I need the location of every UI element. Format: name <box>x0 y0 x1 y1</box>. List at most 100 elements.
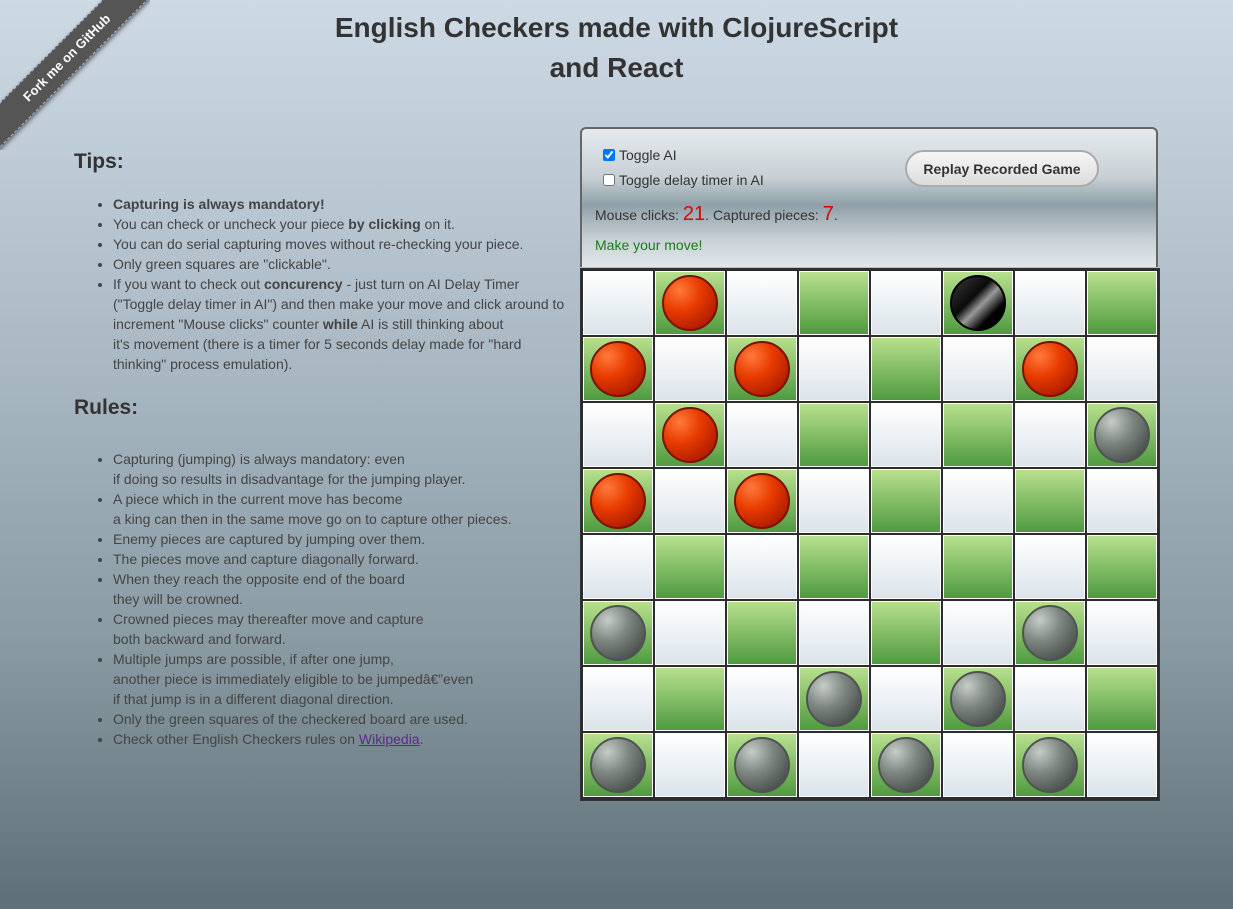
tips-item: Capturing is always mandatory! <box>113 194 594 214</box>
board-square-dark[interactable] <box>655 667 725 731</box>
rules-heading: Rules: <box>74 396 139 419</box>
board-square-light <box>1087 733 1157 797</box>
toggle-ai-row[interactable]: Toggle AI <box>603 147 677 163</box>
tips-text-segment: If you want to check out <box>113 276 264 292</box>
board-square-dark[interactable] <box>799 271 869 335</box>
board-square-dark[interactable] <box>1087 667 1157 731</box>
tips-text-segment: while <box>322 316 358 332</box>
board-square-light <box>583 535 653 599</box>
tips-text-segment: concurency <box>263 276 343 292</box>
board-square-dark[interactable] <box>583 337 653 401</box>
tips-text-segment: by clicking <box>348 216 421 232</box>
board-square-light <box>655 733 725 797</box>
board-square-dark[interactable] <box>799 535 869 599</box>
tips-text-segment: Only green squares are "clickable". <box>113 256 331 272</box>
board-square-dark[interactable] <box>1087 535 1157 599</box>
gray-piece[interactable] <box>950 671 1006 727</box>
board-square-dark[interactable] <box>943 271 1013 335</box>
captured-label: . Captured pieces: <box>705 207 823 223</box>
info-column: Tips: Capturing is always mandatory! You … <box>74 150 594 749</box>
red-piece[interactable] <box>590 473 646 529</box>
board-square-dark[interactable] <box>655 535 725 599</box>
page-title: English Checkers made with ClojureScript… <box>0 8 1233 88</box>
gray-piece[interactable] <box>734 737 790 793</box>
tips-text-segment: You can check or uncheck your piece <box>113 216 349 232</box>
board-square-light <box>943 601 1013 665</box>
board-square-light <box>1015 403 1085 467</box>
board-square-light <box>943 469 1013 533</box>
red-piece[interactable] <box>1022 341 1078 397</box>
gray-piece[interactable] <box>590 737 646 793</box>
gray-piece[interactable] <box>806 671 862 727</box>
board-square-dark[interactable] <box>727 337 797 401</box>
board-square-light <box>583 271 653 335</box>
checkers-board <box>580 268 1160 801</box>
board-square-light <box>727 535 797 599</box>
black-piece[interactable] <box>950 275 1006 331</box>
board-square-light <box>799 469 869 533</box>
board-square-dark[interactable] <box>871 469 941 533</box>
board-square-light <box>583 403 653 467</box>
mouse-clicks-label: Mouse clicks: <box>595 207 683 223</box>
tips-text-segment: on it. <box>420 216 455 232</box>
tips-item: If you want to check out concurency - ju… <box>113 274 594 374</box>
replay-recorded-game-button[interactable]: Replay Recorded Game <box>905 150 1099 187</box>
board-square-light <box>871 403 941 467</box>
wikipedia-link[interactable]: Wikipedia <box>359 731 420 747</box>
board-square-dark[interactable] <box>583 469 653 533</box>
board-square-dark[interactable] <box>655 403 725 467</box>
gray-piece[interactable] <box>1094 407 1150 463</box>
board-square-dark[interactable] <box>943 667 1013 731</box>
board-square-dark[interactable] <box>871 733 941 797</box>
toggle-delay-row[interactable]: Toggle delay timer in AI <box>603 172 764 188</box>
rules-item: The pieces move and capture diagonally f… <box>113 549 594 569</box>
board-square-dark[interactable] <box>727 733 797 797</box>
gray-piece[interactable] <box>590 605 646 661</box>
gray-piece[interactable] <box>878 737 934 793</box>
board-square-dark[interactable] <box>943 535 1013 599</box>
board-square-dark[interactable] <box>799 667 869 731</box>
board-square-dark[interactable] <box>727 601 797 665</box>
board-square-dark[interactable] <box>1015 337 1085 401</box>
board-square-dark[interactable] <box>655 271 725 335</box>
board-square-light <box>943 337 1013 401</box>
board-square-dark[interactable] <box>583 601 653 665</box>
red-piece[interactable] <box>662 407 718 463</box>
toggle-delay-checkbox[interactable] <box>603 174 615 186</box>
gray-piece[interactable] <box>1022 605 1078 661</box>
gray-piece[interactable] <box>1022 737 1078 793</box>
board-square-dark[interactable] <box>1087 403 1157 467</box>
board-square-dark[interactable] <box>943 403 1013 467</box>
stats-line: Mouse clicks: 21. Captured pieces: 7. <box>595 203 838 226</box>
board-square-light <box>871 535 941 599</box>
board-square-light <box>1087 601 1157 665</box>
mouse-clicks-count: 21 <box>682 203 706 225</box>
red-piece[interactable] <box>662 275 718 331</box>
toggle-delay-label: Toggle delay timer in AI <box>619 172 764 188</box>
rules-list: Capturing (jumping) is always mandatory:… <box>74 449 594 749</box>
board-square-dark[interactable] <box>1015 733 1085 797</box>
wiki-prefix: Check other English Checkers rules on <box>113 731 359 747</box>
board-square-dark[interactable] <box>871 337 941 401</box>
board-square-dark[interactable] <box>583 733 653 797</box>
tips-text-segment: You can do serial capturing moves withou… <box>113 236 524 252</box>
red-piece[interactable] <box>734 473 790 529</box>
captured-count: 7 <box>822 203 834 225</box>
board-square-light <box>1087 337 1157 401</box>
board-square-dark[interactable] <box>1015 469 1085 533</box>
board-square-dark[interactable] <box>1087 271 1157 335</box>
captured-suffix: . <box>833 207 838 223</box>
red-piece[interactable] <box>734 341 790 397</box>
title-line-1: English Checkers made with ClojureScript <box>334 12 899 43</box>
rules-item: Multiple jumps are possible, if after on… <box>113 649 594 709</box>
board-square-dark[interactable] <box>727 469 797 533</box>
tips-list: Capturing is always mandatory! You can ch… <box>74 194 594 374</box>
board-square-dark[interactable] <box>1015 601 1085 665</box>
board-square-dark[interactable] <box>799 403 869 467</box>
red-piece[interactable] <box>590 341 646 397</box>
board-square-light <box>655 469 725 533</box>
board-square-dark[interactable] <box>871 601 941 665</box>
status-message: Make your move! <box>595 237 703 253</box>
toggle-ai-checkbox[interactable] <box>603 149 615 161</box>
tips-item: You can check or uncheck your piece by c… <box>113 214 594 234</box>
